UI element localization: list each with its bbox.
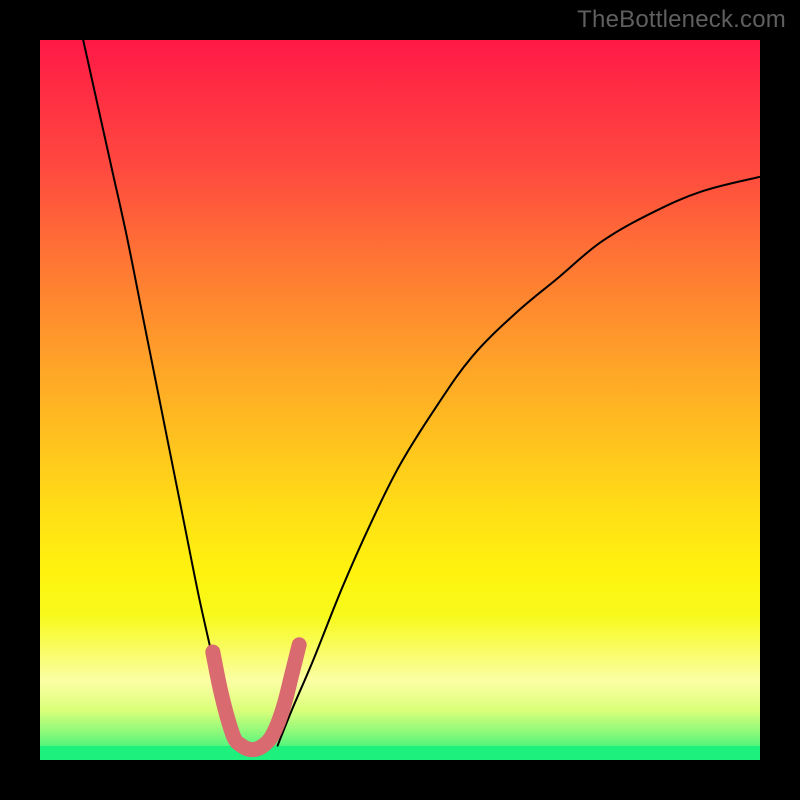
plot-area [40,40,760,760]
chart-frame: TheBottleneck.com [0,0,800,800]
valley-accent-curve [213,645,299,750]
curve-layer [40,40,760,760]
bottleneck-curve-left [83,40,234,746]
bottleneck-curve-right [278,177,760,746]
watermark-text: TheBottleneck.com [577,6,786,34]
